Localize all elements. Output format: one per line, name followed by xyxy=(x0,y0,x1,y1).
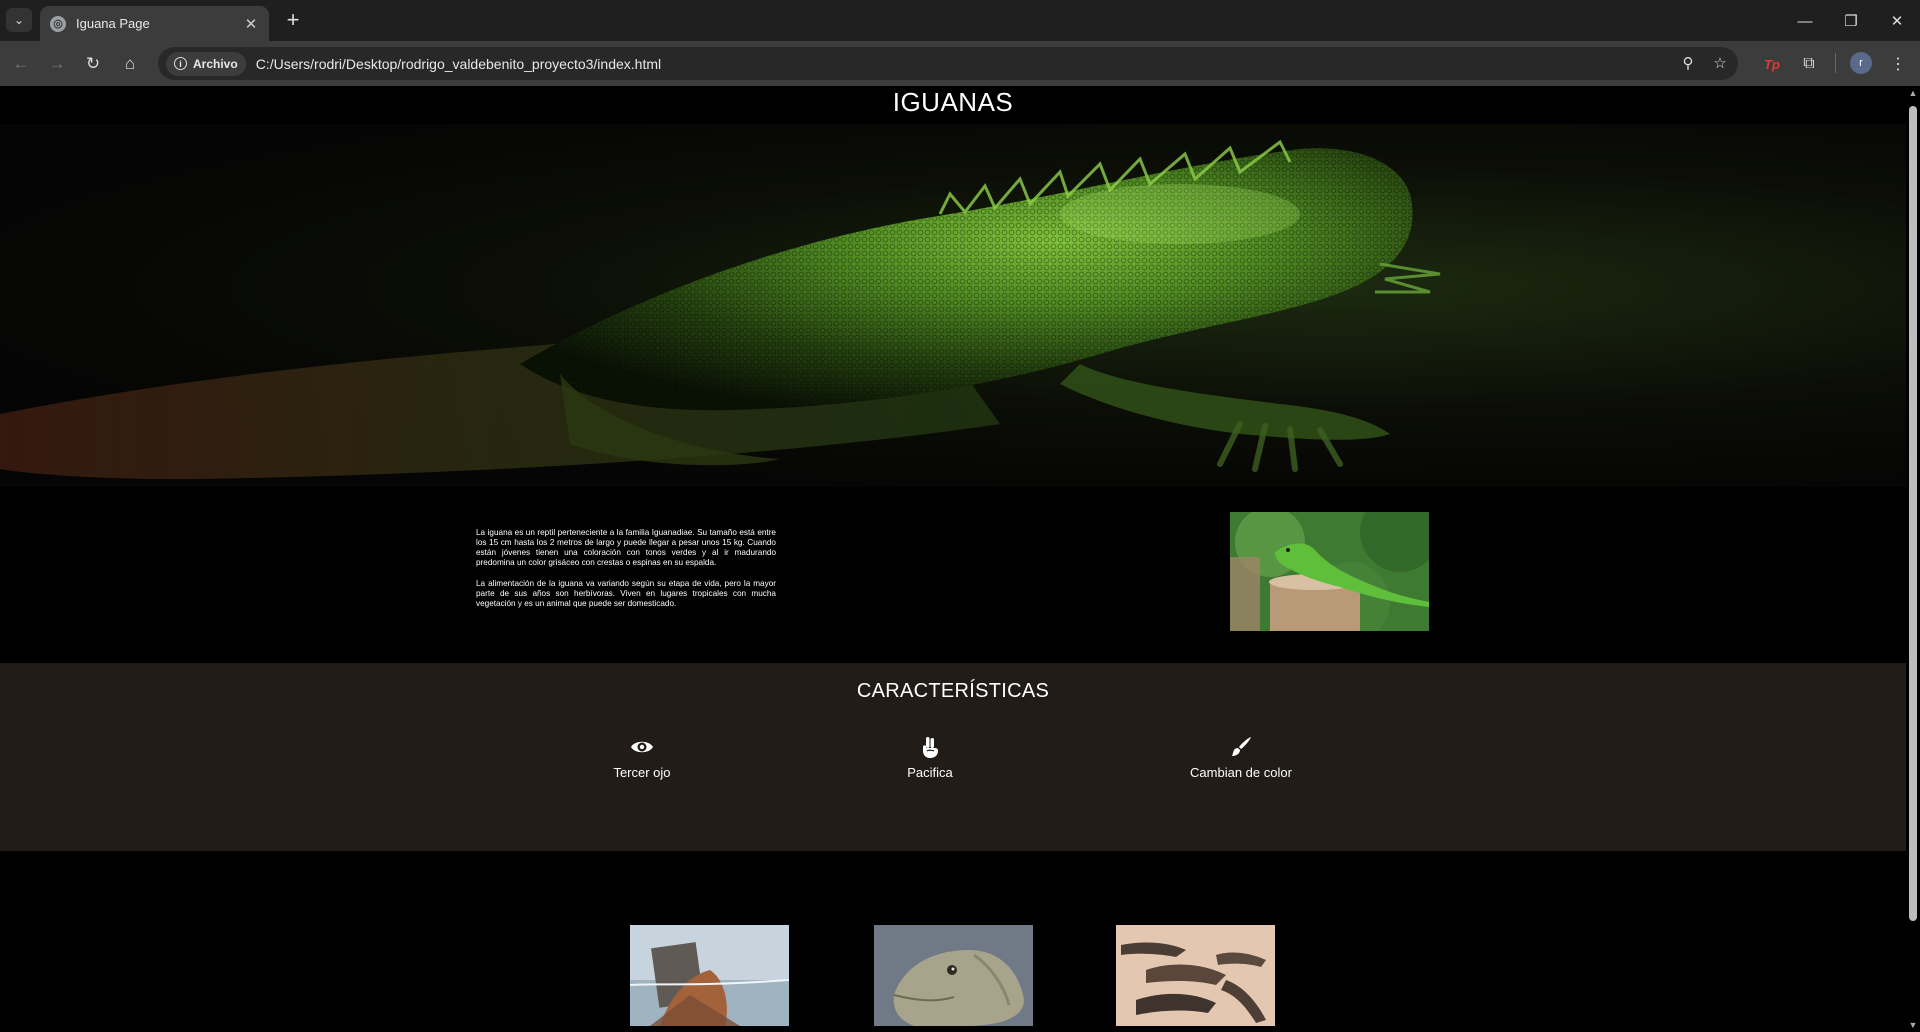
page-scrollbar[interactable]: ▲ ▼ xyxy=(1906,86,1920,1032)
profile-avatar[interactable]: r xyxy=(1850,52,1872,74)
hero-iguana-image xyxy=(0,124,1906,487)
tab-search-chevron-icon[interactable]: ⌄ xyxy=(6,8,32,32)
features-title: CARACTERÍSTICAS xyxy=(856,680,1050,702)
toolbar-divider xyxy=(1835,53,1836,73)
browser-tab[interactable]: ◎ Iguana Page ✕ xyxy=(40,6,269,41)
extensions-puzzle-icon[interactable]: ⧉ xyxy=(1796,51,1822,77)
page-viewport: IGUANAS La iguana es un reptil perteneci… xyxy=(0,86,1906,1032)
forward-arrow-icon[interactable]: → xyxy=(44,51,70,77)
globe-favicon-icon: ◎ xyxy=(50,15,66,32)
page-title: IGUANAS xyxy=(892,87,1014,117)
scroll-up-arrow-icon[interactable]: ▲ xyxy=(1908,88,1918,98)
scrollbar-thumb[interactable] xyxy=(1909,106,1917,921)
scroll-down-arrow-icon[interactable]: ▼ xyxy=(1908,1020,1918,1030)
peace-hand-icon xyxy=(830,735,1030,759)
home-icon[interactable]: ⌂ xyxy=(117,51,143,77)
back-arrow-icon[interactable]: ← xyxy=(8,51,34,77)
tab-title: Iguana Page xyxy=(76,16,150,31)
features-section: CARACTERÍSTICAS Tercer ojo Pacifica Camb… xyxy=(0,663,1906,851)
paintbrush-icon xyxy=(1141,735,1341,759)
intro-paragraph-2: La alimentación de la iguana va variando… xyxy=(476,579,776,608)
gallery-image-iguana-head xyxy=(874,925,1033,1026)
feature-tercer-ojo: Tercer ojo xyxy=(542,735,742,780)
intro-text-block: La iguana es un reptil perteneciente a l… xyxy=(476,528,776,609)
intro-paragraph-1: La iguana es un reptil perteneciente a l… xyxy=(476,528,776,567)
gallery-image-iguana-rock xyxy=(630,925,789,1026)
info-icon: i xyxy=(174,57,187,70)
zoom-icon[interactable]: ⚲ xyxy=(1676,51,1700,75)
eye-icon xyxy=(542,735,742,759)
url-text[interactable]: C:/Users/rodri/Desktop/rodrigo_valdebeni… xyxy=(256,56,661,72)
feature-label: Cambian de color xyxy=(1190,765,1292,780)
address-bar[interactable]: i Archivo C:/Users/rodri/Desktop/rodrigo… xyxy=(158,47,1738,80)
gallery-image-marine-iguanas xyxy=(1116,925,1275,1026)
new-tab-button[interactable]: + xyxy=(280,8,306,34)
green-iguana-photo xyxy=(1230,512,1429,631)
feature-cambian-de-color: Cambian de color xyxy=(1141,735,1341,780)
minimize-icon[interactable]: — xyxy=(1782,6,1828,36)
restore-window-icon[interactable]: ❐ xyxy=(1828,6,1874,36)
bookmark-star-icon[interactable]: ☆ xyxy=(1708,51,1732,75)
menu-kebab-icon[interactable]: ⋮ xyxy=(1885,51,1911,77)
feature-label: Tercer ojo xyxy=(613,765,671,780)
close-window-icon[interactable]: ✕ xyxy=(1874,6,1920,36)
site-info-chip[interactable]: i Archivo xyxy=(166,51,246,76)
browser-tab-bar: ⌄ ◎ Iguana Page ✕ + — ❐ ✕ xyxy=(0,0,1920,41)
extension-tp-icon[interactable]: Tp xyxy=(1759,51,1785,77)
feature-pacifica: Pacifica xyxy=(830,735,1030,780)
feature-label: Pacifica xyxy=(907,765,953,780)
tab-close-icon[interactable]: ✕ xyxy=(241,14,261,34)
reload-icon[interactable]: ↻ xyxy=(80,51,106,77)
site-info-label: Archivo xyxy=(193,56,238,71)
browser-toolbar: ← → ↻ ⌂ i Archivo C:/Users/rodri/Desktop… xyxy=(0,41,1920,86)
